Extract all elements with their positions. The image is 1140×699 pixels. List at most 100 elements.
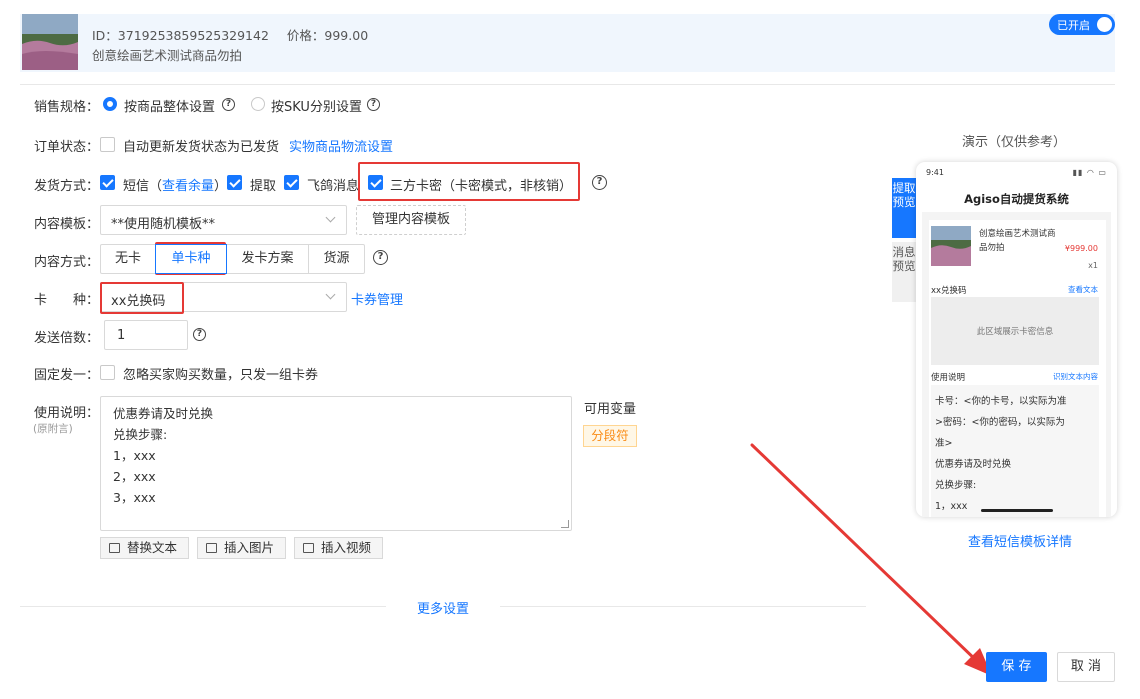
fixed-one-label: 固定发一： <box>34 368 100 383</box>
tab-message-preview[interactable]: 消息预览 <box>892 242 916 302</box>
phone-recognize-link: 识别文本内容 <box>1053 372 1098 381</box>
phone-product-name: 创意绘画艺术测试商品勿拍 <box>979 229 1056 253</box>
save-button[interactable]: 保 存 <box>986 652 1047 682</box>
usage-line: 2，xxx <box>113 469 156 484</box>
chevron-down-icon <box>325 212 336 223</box>
header-divider <box>20 84 1115 85</box>
fixed-one-text: 忽略买家购买数量，只发一组卡券 <box>123 368 319 383</box>
resize-handle[interactable] <box>561 520 569 528</box>
usage-textarea[interactable]: 优惠券请及时兑换 兑换步骤: 1，xxx 2，xxx 3，xxx <box>100 396 572 531</box>
phone-card-info-text: 此区域展示卡密信息 <box>976 327 1054 337</box>
phone-usage-note: 卡号：<你的卡号，以实际为准 >密码：<你的密码，以实际为 准> 优惠券请及时兑… <box>931 385 1099 517</box>
radio-whole-product[interactable] <box>103 97 117 111</box>
card-type-select[interactable]: xx兑换码 <box>100 282 347 312</box>
phone-view-text-link: 查看文本 <box>1068 285 1098 294</box>
usage-line: 3，xxx <box>113 490 156 505</box>
phone-status-icons: ▮▮ ◠ ▭ <box>1072 168 1107 177</box>
replace-text-label: 替换文本 <box>127 540 178 555</box>
radio-whole-product-label[interactable]: 按商品整体设置 <box>124 96 215 115</box>
auto-ship-label: 自动更新发货状态为已发货 <box>123 140 280 155</box>
product-id: ID：3719253859525329142 <box>92 28 269 43</box>
phone-status-time: 9:41 <box>926 168 944 177</box>
separator-var-tag[interactable]: 分段符 <box>583 425 637 447</box>
phone-home-indicator <box>981 509 1053 512</box>
sms-template-detail-link[interactable]: 查看短信模板详情 <box>968 531 1072 550</box>
multiplier-label: 发送倍数： <box>34 331 100 346</box>
cancel-button[interactable]: 取 消 <box>1057 652 1115 682</box>
video-icon <box>303 543 314 553</box>
multiplier-value: 1 <box>117 328 126 343</box>
third-party-card-label: 三方卡密（卡密模式，非核销） <box>390 179 573 194</box>
auto-ship-checkbox[interactable] <box>100 137 115 152</box>
content-mode-single-card[interactable]: 单卡种 <box>155 244 227 274</box>
radio-per-sku-label[interactable]: 按SKU分别设置 <box>271 96 362 115</box>
content-mode-label: 内容方式： <box>34 255 100 270</box>
phone-note-line: 兑换步骤: <box>935 480 977 491</box>
toggle-label: 已开启 <box>1057 19 1090 32</box>
product-title: 创意绘画艺术测试商品勿拍 <box>92 48 243 63</box>
product-price: 价格：999.00 <box>286 28 369 43</box>
sms-checkbox[interactable] <box>100 175 115 190</box>
pickup-checkbox[interactable] <box>227 175 242 190</box>
template-select-value: **使用随机模板** <box>111 217 216 232</box>
pickup-label: 提取 <box>250 179 277 194</box>
card-type-select-value: xx兑换码 <box>111 294 166 309</box>
phone-product-price: ¥999.00 <box>1064 244 1098 253</box>
insert-image-label: 插入图片 <box>224 540 275 555</box>
phone-app-title: Agiso自动提货系统 <box>964 192 1069 206</box>
phone-usage-label: 使用说明 <box>931 373 966 383</box>
help-icon[interactable]: ? <box>592 175 607 190</box>
phone-code-label: xx兑换码 <box>931 286 967 296</box>
manage-template-button[interactable]: 管理内容模板 <box>356 205 466 235</box>
phone-product-qty: x1 <box>1088 261 1098 270</box>
insert-video-label: 插入视频 <box>321 540 372 555</box>
replace-text-button[interactable]: 替换文本 <box>100 537 189 559</box>
product-id-price: ID：3719253859525329142 价格：999.00 <box>92 25 368 44</box>
template-label: 内容模板： <box>34 217 100 232</box>
sms-label: 短信（ <box>123 179 163 194</box>
view-balance-link[interactable]: 查看余量 <box>162 179 214 194</box>
third-party-card-checkbox[interactable] <box>368 175 383 190</box>
help-icon[interactable]: ? <box>367 98 380 111</box>
enabled-toggle[interactable]: 已开启 <box>1049 14 1115 35</box>
product-info-card: ID：3719253859525329142 价格：999.00 创意绘画艺术测… <box>20 14 1115 72</box>
content-mode-scheme[interactable]: 发卡方案 <box>226 244 309 274</box>
insert-image-button[interactable]: 插入图片 <box>197 537 286 559</box>
more-settings-divider <box>500 606 866 607</box>
card-manage-link[interactable]: 卡券管理 <box>351 289 403 308</box>
help-icon[interactable]: ? <box>373 250 388 265</box>
phone-note-line: >密码：<你的密码，以实际为 <box>935 417 1065 428</box>
phone-card: 创意绘画艺术测试商品勿拍 ¥999.00 x1 xx兑换码 查看文本 此区域展示… <box>929 220 1106 517</box>
delivery-label: 发货方式： <box>34 179 100 194</box>
more-settings-divider <box>20 606 386 607</box>
chevron-down-icon <box>325 289 336 300</box>
content-mode-source[interactable]: 货源 <box>308 244 365 274</box>
usage-label: 使用说明： <box>34 406 100 421</box>
more-settings-link[interactable]: 更多设置 <box>417 598 469 617</box>
template-select[interactable]: **使用随机模板** <box>100 205 347 235</box>
preview-title: 演示（仅供参考） <box>962 135 1067 150</box>
usage-line: 优惠券请及时兑换 <box>113 406 214 421</box>
fixed-one-checkbox[interactable] <box>100 365 115 380</box>
phone-product-thumbnail <box>931 226 971 266</box>
feige-checkbox[interactable] <box>284 175 299 190</box>
help-icon[interactable]: ? <box>222 98 235 111</box>
help-icon[interactable]: ? <box>193 328 206 341</box>
radio-per-sku[interactable] <box>251 97 265 111</box>
replace-text-icon <box>109 543 120 553</box>
insert-video-button[interactable]: 插入视频 <box>294 537 383 559</box>
usage-line: 1，xxx <box>113 448 156 463</box>
usage-line: 兑换步骤: <box>113 427 168 442</box>
phone-note-line: 优惠券请及时兑换 <box>935 459 1012 470</box>
phone-body: 创意绘画艺术测试商品勿拍 ¥999.00 x1 xx兑换码 查看文本 此区域展示… <box>922 212 1111 517</box>
content-mode-none[interactable]: 无卡 <box>100 244 156 274</box>
tab-pickup-preview[interactable]: 提取预览 <box>892 178 916 238</box>
card-type-label: 卡 种： <box>34 293 100 308</box>
multiplier-input[interactable]: 1 <box>104 320 188 350</box>
product-thumbnail <box>22 14 78 70</box>
sms-option: 短信（查看余量） <box>123 175 227 194</box>
order-status-label: 订单状态： <box>34 140 100 155</box>
sale-spec-label: 销售规格： <box>34 100 100 115</box>
preview-tabs: 提取预览 消息预览 <box>892 178 916 303</box>
logistics-settings-link[interactable]: 实物商品物流设置 <box>289 136 393 155</box>
